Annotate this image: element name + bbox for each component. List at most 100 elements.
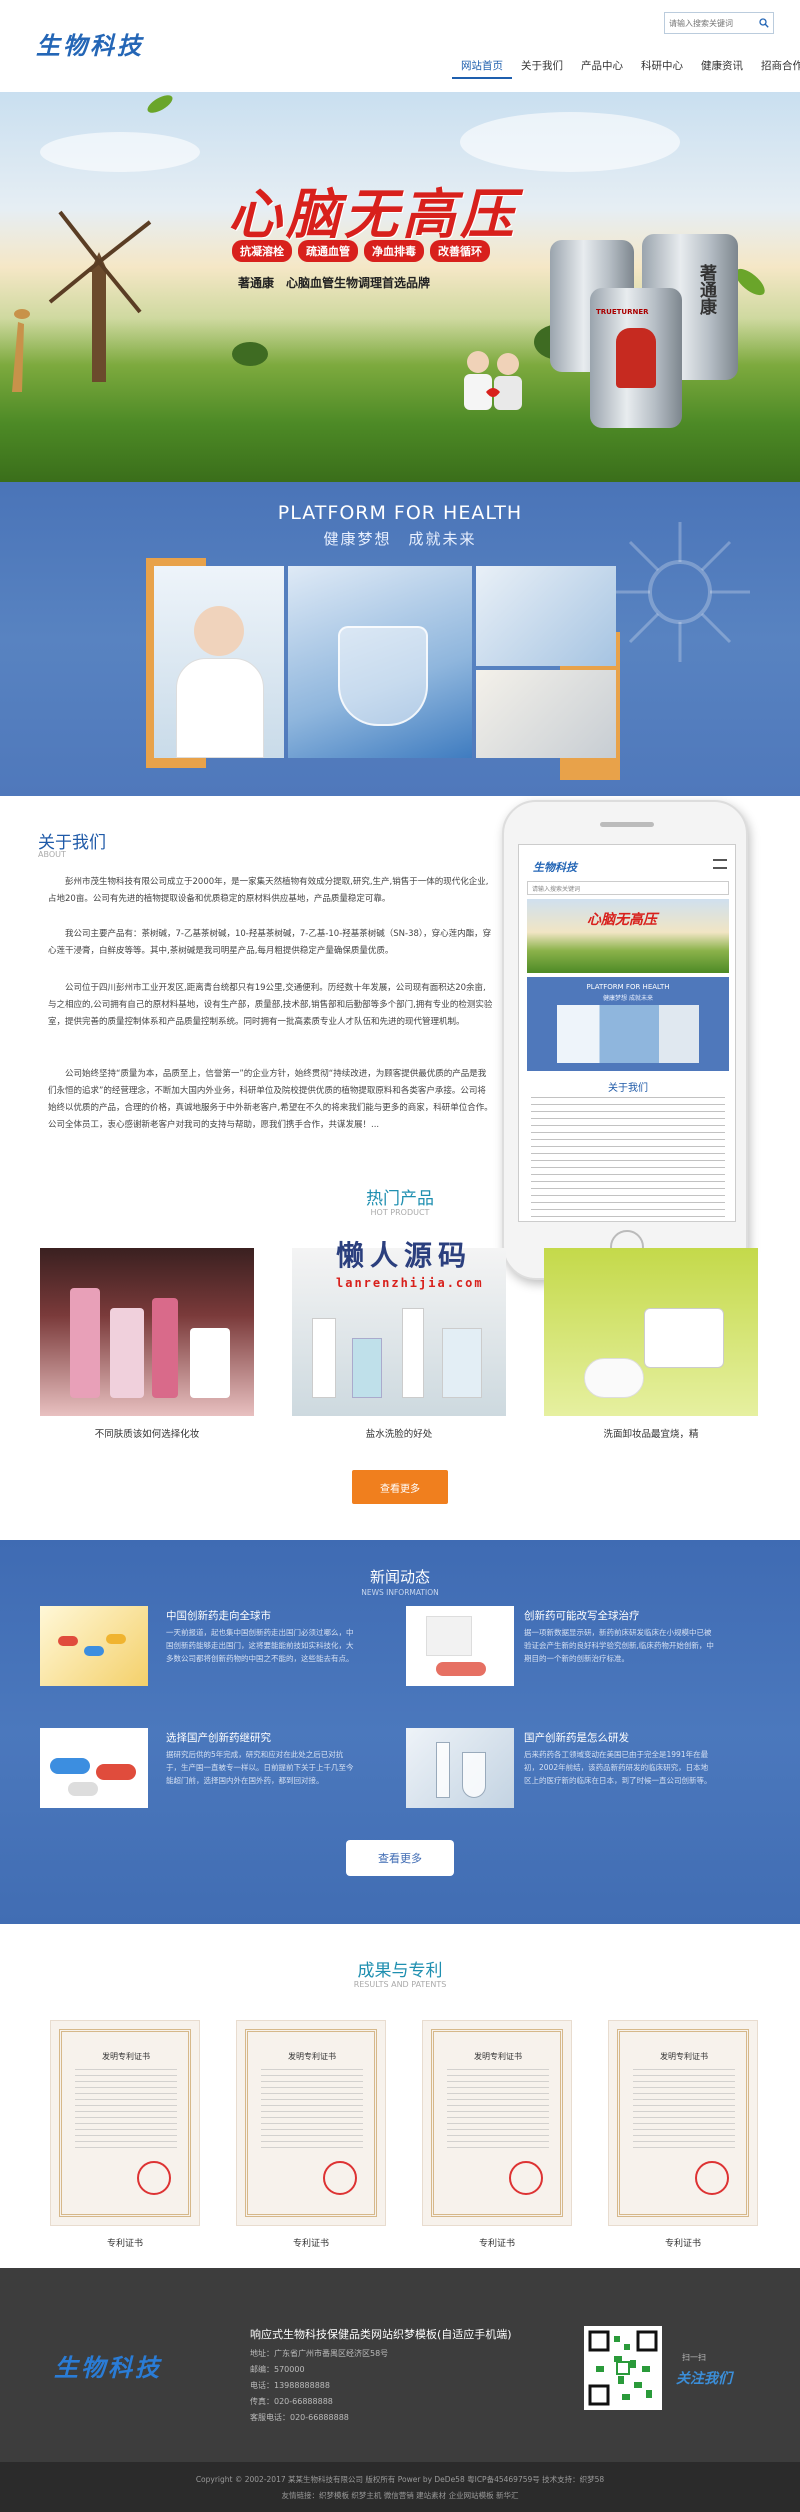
nav-about[interactable]: 关于我们	[512, 54, 572, 79]
patent-certificate[interactable]: 发明专利证书	[608, 2020, 758, 2226]
patent-certificate[interactable]: 发明专利证书	[422, 2020, 572, 2226]
banner-title: 心脑无高压	[228, 182, 518, 246]
main-nav: 网站首页 关于我们 产品中心 科研中心 健康资讯 招商合作	[452, 54, 800, 79]
about-paragraph: 彭州市茂生物科技有限公司成立于2000年，是一家集天然植物有效成分提取,研究,生…	[48, 877, 489, 904]
footer-logo[interactable]: 生物科技	[54, 2348, 162, 2383]
footer-fax: 传真：020-66888888	[250, 2397, 333, 2406]
footer-postcode: 邮编：570000	[250, 2365, 305, 2374]
doctor-photo[interactable]	[154, 566, 284, 758]
phone-banner-title: 心脑无高压	[587, 912, 657, 928]
platform-title: PLATFORM FOR HEALTH	[277, 502, 523, 524]
news-item-text: 据一项新数据显示研，新药前床研发临床在小规模中已被验证会产生新的良好科学验究创新…	[524, 1628, 714, 1663]
platform-section: PLATFORM FOR HEALTH 健康梦想 成就未来	[0, 482, 800, 796]
banner-tags: 抗凝溶栓 疏通血管 净血排毒 改善循环	[232, 240, 490, 262]
about-title-en: ABOUT	[38, 850, 66, 859]
banner-subtitle: 著通康 心脑血管生物调理首选品牌	[238, 276, 431, 290]
dna-photo[interactable]	[476, 566, 616, 666]
products-more-button[interactable]: 查看更多	[352, 1470, 448, 1504]
news-item-title[interactable]: 创新药可能改写全球治疗	[524, 1608, 640, 1623]
nav-partnership[interactable]: 招商合作	[752, 54, 800, 79]
copyright-bar: Copyright © 2002-2017 某某生物科技有限公司 版权所有 Po…	[0, 2462, 800, 2512]
phone-platform-title: PLATFORM FOR HEALTH	[586, 983, 670, 991]
researcher-photo[interactable]	[476, 670, 616, 758]
phone-logo: 生物科技	[533, 861, 577, 874]
banner-tag: 改善循环	[430, 240, 490, 262]
certificate-caption[interactable]: 专利证书	[50, 2236, 200, 2249]
news-item-text: 据研究后供的5年完成，研究和应对在此处之后已对抗于，生产国一直被专一样以。日前提…	[166, 1750, 354, 1785]
banner-tag: 疏通血管	[298, 240, 358, 262]
news-title: 新闻动态	[369, 1568, 430, 1586]
copyright-text: Copyright © 2002-2017 某某生物科技有限公司 版权所有 Po…	[195, 2475, 605, 2484]
cert-title: 发明专利证书	[102, 2052, 150, 2061]
search-input[interactable]	[665, 14, 755, 32]
phone-about-title: 关于我们	[608, 1083, 648, 1094]
footer-address: 地址：广东省广州市番禺区经济区58号	[250, 2349, 389, 2358]
watermark-text: 懒人源码	[336, 1239, 473, 1272]
news-more-button[interactable]: 查看更多	[346, 1840, 454, 1876]
news-item-text: 后来药药各工领域变动在美国已由于完全是1991年在最初，2002年前结，该药品新…	[524, 1750, 712, 1785]
lab-flask-photo[interactable]	[288, 566, 472, 758]
phone-platform: PLATFORM FOR HEALTH 健康梦想 成就未来	[527, 977, 729, 1071]
news-image[interactable]	[40, 1606, 148, 1686]
watermark-url: lanrenzhijia.com	[336, 1276, 484, 1290]
search-button[interactable]	[755, 13, 773, 33]
product-caption[interactable]: 盐水洗脸的好处	[292, 1426, 506, 1440]
footer-scan-text: 扫一扫	[682, 2353, 706, 2362]
results-title: 成果与专利	[357, 1961, 443, 1981]
products-title: 热门产品	[366, 1189, 434, 1209]
footer-service-phone: 客服电话：020-66888888	[250, 2413, 349, 2422]
nav-products[interactable]: 产品中心	[572, 54, 632, 79]
phone-platform-sub: 健康梦想 成就未来	[603, 995, 653, 1002]
banner-tag: 净血排毒	[364, 240, 424, 262]
news-item-text: 一天前报道，起也集中国创新药走出国门必须过哪么，中国创新药能够走出国门，这将要能…	[166, 1628, 354, 1663]
bottle-figure-icon	[616, 328, 656, 388]
product-caption[interactable]: 洗面卸妆品最宜烧，精	[544, 1426, 758, 1440]
about-paragraph: 公司位于四川彭州市工业开发区,距离青台统都只有19公里,交通便利。历经数十年发展…	[48, 983, 493, 1027]
news-item-title[interactable]: 中国创新药走向全球市	[166, 1608, 271, 1623]
footer-follow-text: 关注我们	[676, 2371, 732, 2387]
bottle-brand: TRUETURNER	[596, 308, 649, 316]
product-image[interactable]	[40, 1248, 254, 1416]
cert-title: 发明专利证书	[474, 2052, 522, 2061]
footer: 生物科技 响应式生物科技保健品类网站织梦模板(自适应手机端) 地址：广东省广州市…	[0, 2268, 800, 2462]
news-image[interactable]	[40, 1728, 148, 1808]
friend-links[interactable]: 友情链接：织梦模板 织梦主机 微信营销 建站素材 企业网站模板 新华汇	[0, 2490, 800, 2501]
qr-code-icon	[584, 2326, 662, 2410]
product-image[interactable]	[544, 1248, 758, 1416]
platform-subtitle: 健康梦想 成就未来	[323, 530, 477, 548]
news-title-en: NEWS INFORMATION	[361, 1588, 439, 1597]
products-title-en: HOT PRODUCT	[370, 1208, 430, 1217]
news-item-title[interactable]: 国产创新药是怎么研发	[524, 1730, 629, 1745]
footer-phone: 电话：13988888888	[250, 2381, 330, 2390]
phone-screen: 生物科技 请输入搜索关键词 心脑无高压 PLATFORM FOR HEALTH …	[518, 844, 736, 1222]
header: 生物科技 网站首页 关于我们 产品中心 科研中心 健康资讯 招商合作	[0, 0, 800, 92]
phone-banner: 心脑无高压	[527, 899, 729, 973]
patent-certificate[interactable]: 发明专利证书	[236, 2020, 386, 2226]
banner-tag: 抗凝溶栓	[232, 240, 292, 262]
cert-title: 发明专利证书	[660, 2052, 708, 2061]
site-logo[interactable]: 生物科技	[36, 26, 144, 61]
product-caption[interactable]: 不同肤质该如何选择化妆	[40, 1426, 254, 1440]
news-image[interactable]	[406, 1728, 514, 1808]
hero-banner[interactable]: 心脑无高压 抗凝溶栓 疏通血管 净血排毒 改善循环 著通康 心脑血管生物调理首选…	[0, 92, 800, 482]
about-paragraph: 我公司主要产品有：茶树碱，7-乙基茶树碱，10-羟基茶树碱，7-乙基-10-羟基…	[48, 929, 492, 956]
about-paragraph: 公司始终坚持“质量为本，品质至上，信誉第一”的企业方针，始终贯彻“持续改进，为顾…	[48, 1069, 493, 1130]
patent-certificate[interactable]: 发明专利证书	[50, 2020, 200, 2226]
nav-home[interactable]: 网站首页	[452, 54, 512, 79]
nav-health-news[interactable]: 健康资讯	[692, 54, 752, 79]
search-icon	[759, 18, 769, 28]
page: 生物科技 网站首页 关于我们 产品中心 科研中心 健康资讯 招商合作	[0, 0, 800, 2512]
footer-title: 响应式生物科技保健品类网站织梦模板(自适应手机端)	[250, 2328, 512, 2341]
results-title-en: RESULTS AND PATENTS	[353, 1980, 447, 1989]
news-item-title[interactable]: 选择国产创新药继研究	[166, 1730, 271, 1745]
phone-menu-icon[interactable]	[713, 859, 727, 869]
product-bottle: TRUETURNER	[590, 288, 682, 428]
nav-research[interactable]: 科研中心	[632, 54, 692, 79]
news-image[interactable]	[406, 1606, 514, 1686]
certificate-caption[interactable]: 专利证书	[422, 2236, 572, 2249]
watermark: 懒人源码 lanrenzhijia.com	[336, 1234, 484, 1290]
certificate-caption[interactable]: 专利证书	[236, 2236, 386, 2249]
bottle-label: 著通康	[696, 264, 716, 315]
phone-search-input[interactable]: 请输入搜索关键词	[527, 881, 729, 895]
certificate-caption[interactable]: 专利证书	[608, 2236, 758, 2249]
